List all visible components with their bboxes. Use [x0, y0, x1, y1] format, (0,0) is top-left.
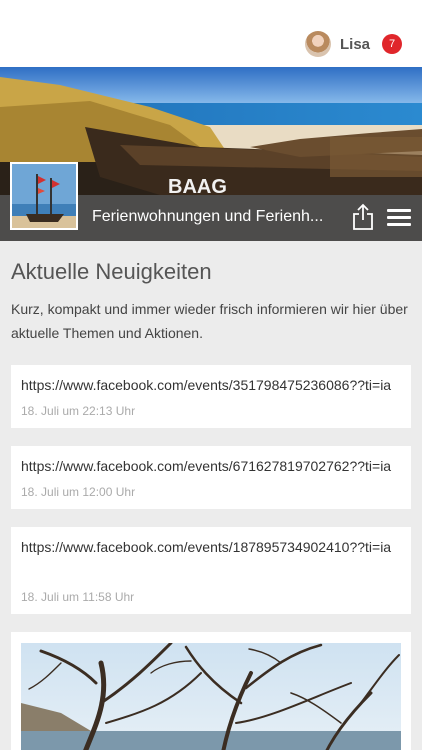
user-name[interactable]: Lisa: [340, 36, 370, 53]
notification-badge[interactable]: 7: [382, 34, 402, 54]
hamburger-menu-icon[interactable]: [387, 209, 411, 227]
top-bar: Lisa 7: [0, 0, 422, 67]
hero-banner: BAAG Ferienwohnungen und Ferienh...: [0, 67, 422, 241]
section-title: Aktuelle Neuigkeiten: [11, 259, 212, 284]
news-link[interactable]: https://www.facebook.com/events/35179847…: [21, 373, 403, 397]
page-title[interactable]: Ferienwohnungen und Ferienh...: [92, 208, 344, 226]
news-link[interactable]: https://www.facebook.com/events/18789573…: [21, 535, 403, 559]
intro-text: Kurz, kompakt und immer wieder frisch in…: [11, 301, 408, 341]
news-timestamp: 18. Juli um 12:00 Uhr: [21, 485, 136, 499]
news-timestamp: 18. Juli um 11:58 Uhr: [21, 590, 135, 604]
avatar[interactable]: [304, 31, 331, 57]
news-card[interactable]: https://www.facebook.com/events/67162781…: [11, 446, 411, 509]
news-card[interactable]: https://www.facebook.com/events/18789573…: [11, 527, 411, 614]
news-link[interactable]: https://www.facebook.com/events/67162781…: [21, 454, 403, 478]
logo-thumbnail: [10, 162, 78, 230]
share-icon[interactable]: [352, 203, 374, 231]
news-photo-card[interactable]: [11, 632, 411, 750]
news-timestamp: 18. Juli um 22:13 Uhr: [21, 404, 136, 418]
trees-photo: [21, 643, 401, 750]
news-card[interactable]: https://www.facebook.com/events/35179847…: [11, 365, 411, 428]
user-menu[interactable]: Lisa 7: [304, 30, 402, 58]
